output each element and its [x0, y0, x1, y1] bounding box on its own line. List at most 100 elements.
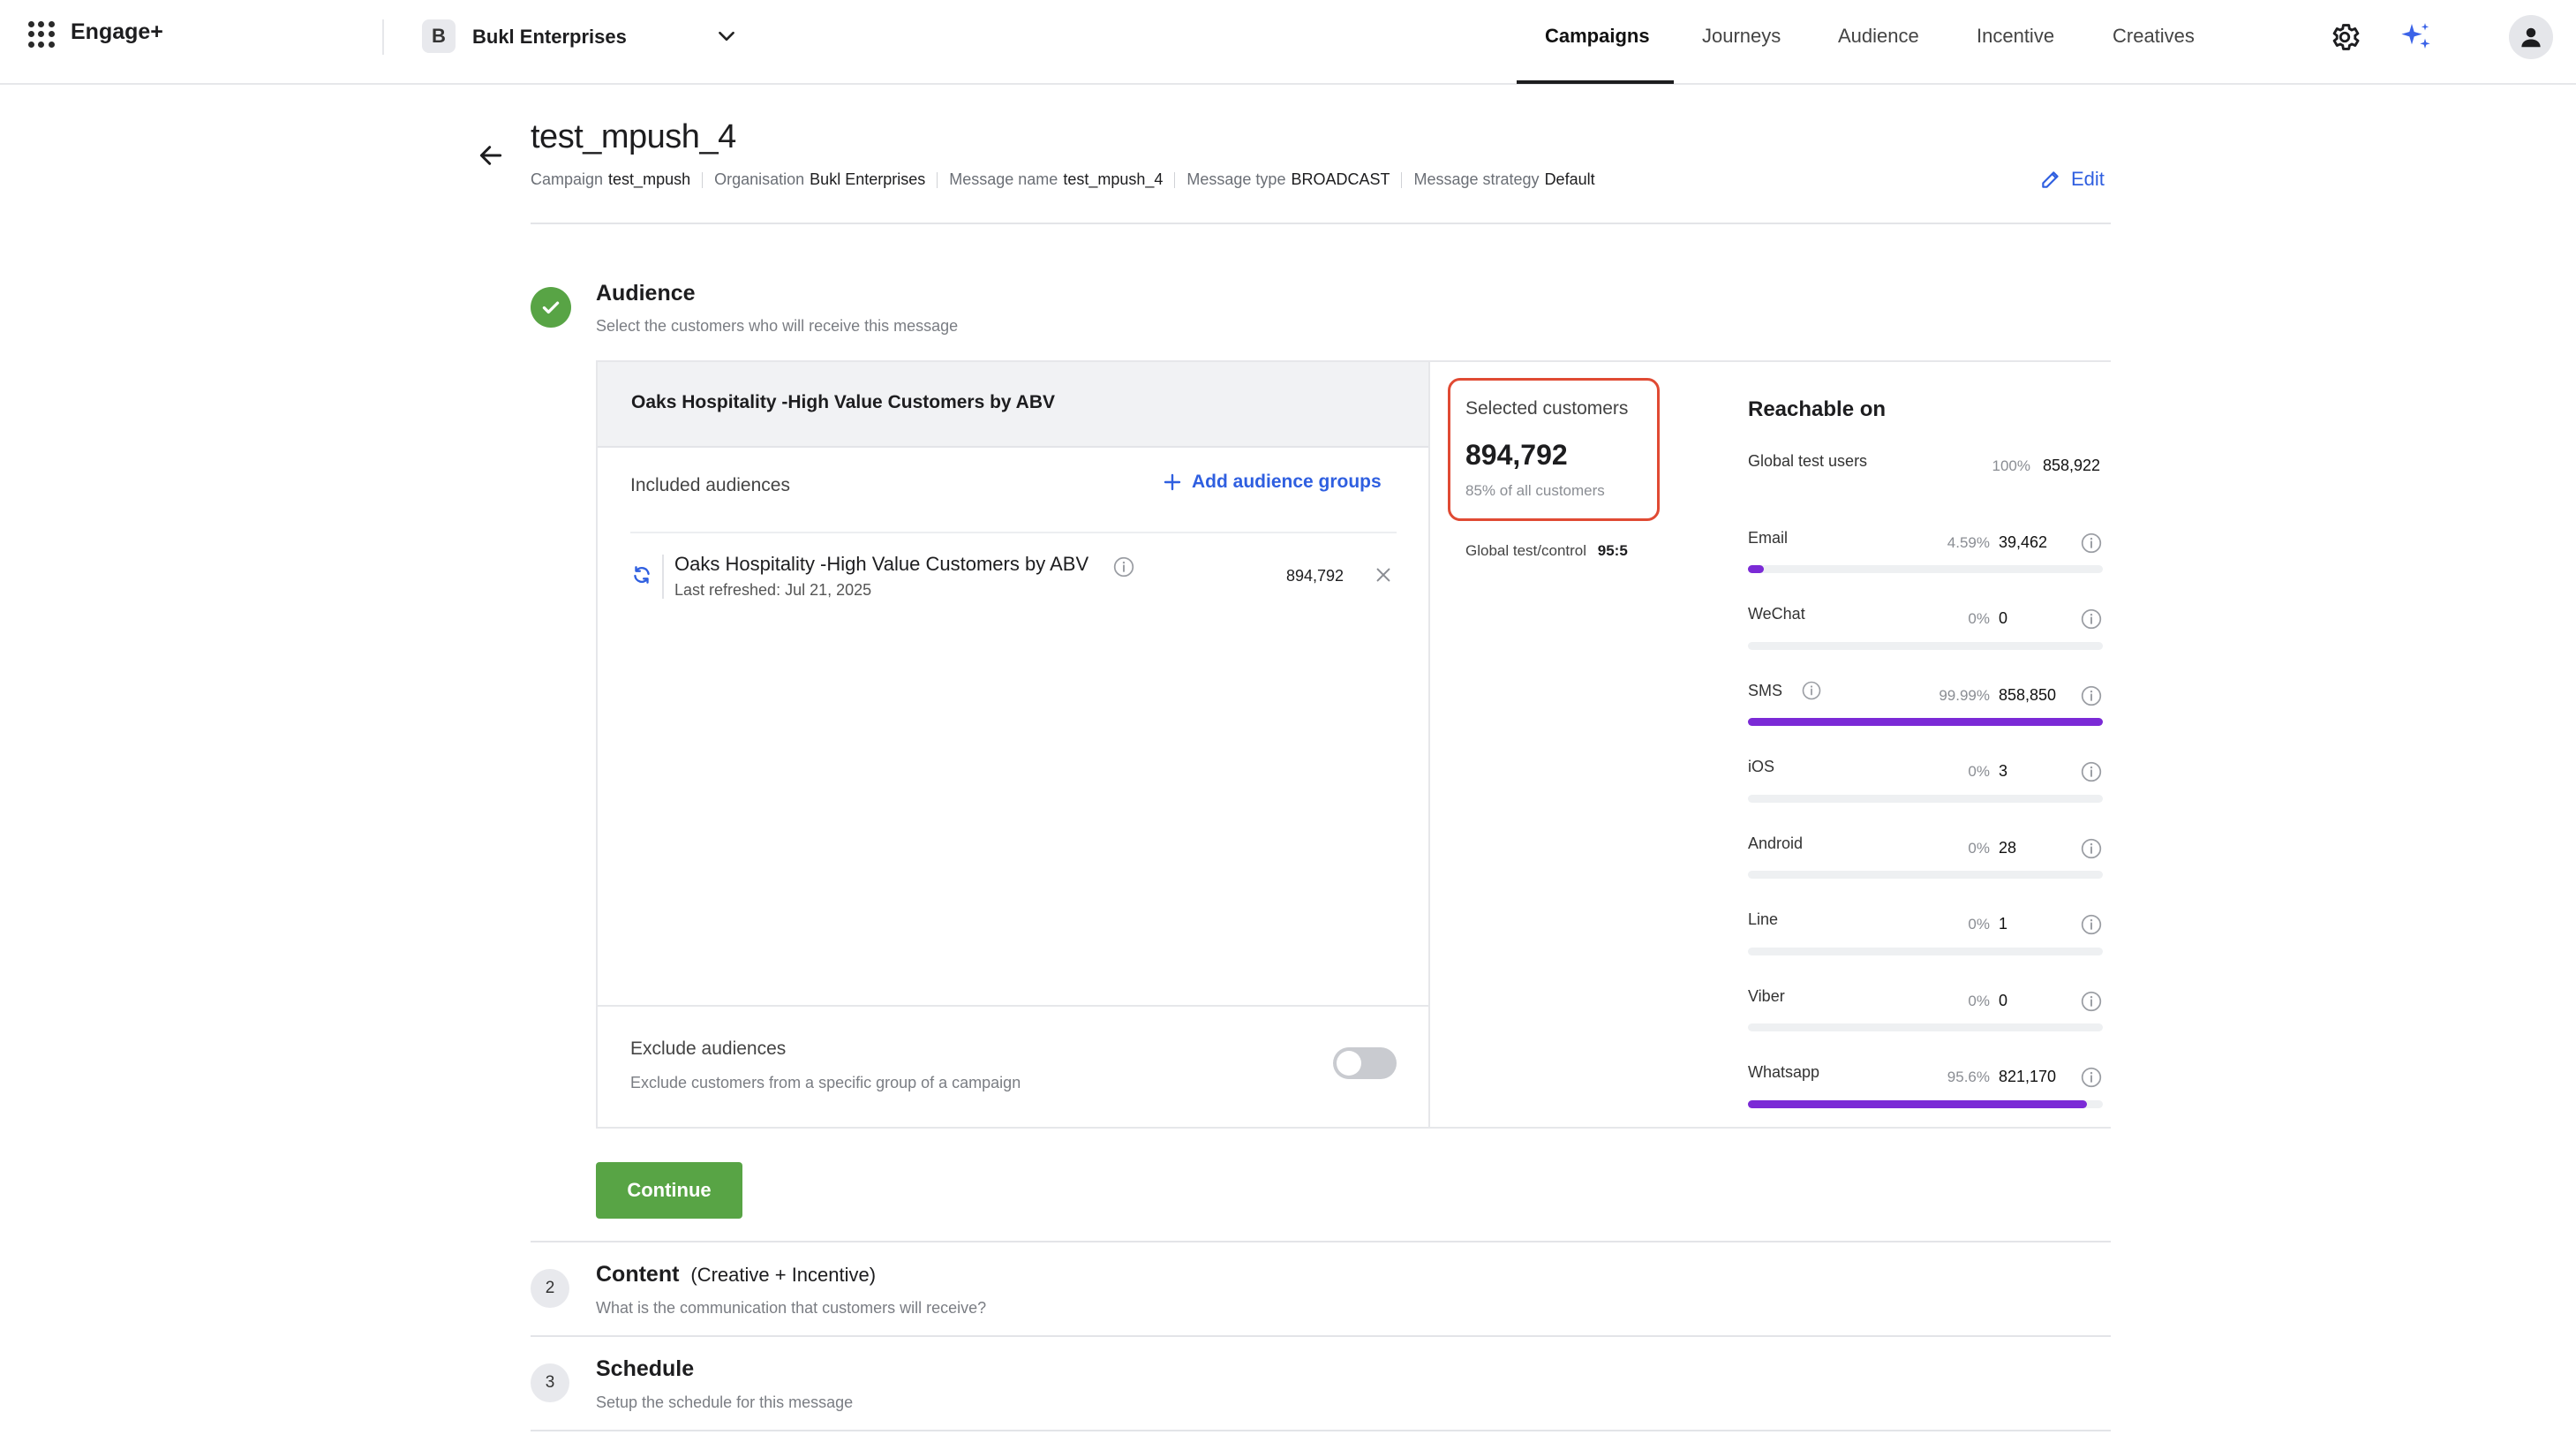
- audience-row-name: Oaks Hospitality -High Value Customers b…: [674, 553, 1089, 575]
- gear-icon[interactable]: [2328, 20, 2361, 54]
- channel-count: 821,170: [1999, 1068, 2057, 1085]
- toggle-knob: [1337, 1051, 1361, 1076]
- included-audiences-label: Included audiences: [630, 475, 790, 495]
- app-launcher-icon[interactable]: [28, 21, 55, 48]
- chevron-down-icon[interactable]: [715, 25, 738, 48]
- divider: [598, 1005, 1428, 1007]
- divider: [630, 532, 1397, 533]
- channel-name: SMS: [1748, 681, 1783, 699]
- channel-percent: 4.59%: [1947, 533, 1990, 551]
- refresh-icon[interactable]: [630, 563, 653, 586]
- exclude-audiences-toggle[interactable]: [1333, 1047, 1397, 1079]
- channel-count: 39,462: [1999, 532, 2048, 551]
- exclude-audiences-subtitle: Exclude customers from a specific group …: [630, 1074, 1021, 1091]
- info-icon[interactable]: [2080, 990, 2103, 1013]
- channel-reach-bar-fill: [1748, 565, 1765, 573]
- meta-value: Default: [1544, 170, 1595, 188]
- divider: [531, 1335, 2111, 1337]
- channel-reach-bar: [1748, 871, 2103, 879]
- info-icon[interactable]: [2080, 837, 2103, 860]
- info-icon[interactable]: [2080, 684, 2103, 707]
- user-avatar-icon[interactable]: [2509, 15, 2553, 59]
- channel-row: SMS 99.99% 858,850: [1748, 680, 2105, 717]
- channel-reach-bar: [1748, 641, 2103, 650]
- channel-count: 28: [1999, 838, 2017, 857]
- selected-customers-percent: 85% of all customers: [1465, 482, 1605, 499]
- continue-button[interactable]: Continue: [596, 1162, 742, 1219]
- tab-creatives[interactable]: Creatives: [2113, 25, 2195, 48]
- channel-name: WeChat: [1748, 605, 1805, 623]
- channel-count: 1: [1999, 915, 2008, 933]
- audience-group-name: Oaks Hospitality -High Value Customers b…: [631, 392, 1056, 412]
- content-step-title-text: Content: [596, 1262, 680, 1287]
- info-icon[interactable]: [2080, 913, 2103, 936]
- channel-percent: 0%: [1968, 610, 1990, 627]
- info-icon[interactable]: [2080, 608, 2103, 631]
- channel-row: WeChat 0% 0: [1748, 605, 2105, 640]
- channel-name: iOS: [1748, 758, 1775, 775]
- divider: [531, 1430, 2111, 1431]
- channel-reach-bar: [1748, 947, 2103, 955]
- channel-reach-bar: [1748, 565, 2103, 573]
- channel-percent: 99.99%: [1939, 686, 1990, 704]
- audience-step-subtitle: Select the customers who will receive th…: [596, 317, 959, 335]
- content-step-title-suffix: (Creative + Incentive): [690, 1264, 877, 1286]
- channel-row: Android 0% 28: [1748, 835, 2105, 870]
- divider: [1401, 171, 1403, 188]
- schedule-step-subtitle: Setup the schedule for this message: [596, 1393, 854, 1411]
- channel-count: 3: [1999, 762, 2008, 780]
- tab-audience[interactable]: Audience: [1838, 25, 1919, 48]
- meta-value: Bukl Enterprises: [810, 170, 926, 188]
- global-test-control: Global test/control 95:5: [1465, 542, 1628, 560]
- info-icon[interactable]: [1801, 680, 1822, 701]
- info-icon[interactable]: [2080, 532, 2103, 555]
- content-step-subtitle: What is the communication that customers…: [596, 1299, 987, 1317]
- schedule-step-title[interactable]: Schedule: [596, 1356, 694, 1382]
- info-icon[interactable]: [1112, 555, 1135, 578]
- channel-name: Global test users: [1748, 452, 1868, 470]
- channel-count: 858,922: [2043, 457, 2101, 474]
- tab-campaigns[interactable]: Campaigns: [1545, 25, 1650, 48]
- channel-name: Line: [1748, 910, 1779, 928]
- channel-row: iOS 0% 3: [1748, 758, 2105, 793]
- divider: [1174, 171, 1176, 188]
- tab-incentive[interactable]: Incentive: [1977, 25, 2054, 48]
- info-icon[interactable]: [2080, 760, 2103, 783]
- divider: [937, 171, 938, 188]
- channel-row: Email 4.59% 39,462: [1748, 529, 2105, 564]
- channel-count: 0: [1999, 991, 2008, 1009]
- reachable-on-title: Reachable on: [1748, 397, 1887, 421]
- edit-button[interactable]: Edit: [2039, 168, 2105, 191]
- message-meta: Campaign test_mpush Organisation Bukl En…: [531, 170, 1595, 189]
- content-step-title[interactable]: Content (Creative + Incentive): [596, 1262, 876, 1288]
- org-switcher-label[interactable]: Bukl Enterprises: [472, 26, 627, 49]
- channel-row: Global test users 100% 858,922: [1748, 452, 2105, 487]
- meta-value: test_mpush: [608, 170, 691, 188]
- selected-customers-label: Selected customers: [1465, 398, 1629, 419]
- add-audience-groups-label: Add audience groups: [1192, 472, 1382, 492]
- meta-label: Organisation: [714, 170, 805, 188]
- channel-reach-bar-fill: [1748, 718, 2103, 726]
- channel-name: Viber: [1748, 986, 1785, 1005]
- org-avatar[interactable]: B: [422, 19, 456, 53]
- tab-journeys[interactable]: Journeys: [1702, 25, 1781, 48]
- channel-percent: 0%: [1968, 992, 1990, 1009]
- channel-row: Line 0% 1: [1748, 910, 2105, 946]
- meta-label: Message strategy: [1413, 170, 1540, 188]
- channel-reach-bar: [1748, 794, 2103, 803]
- channel-row: Whatsapp 95.6% 821,170: [1748, 1063, 2105, 1099]
- channel-reach-bar: [1748, 1023, 2103, 1031]
- step-complete-check-icon: [531, 287, 571, 328]
- audience-row-refreshed: Last refreshed: Jul 21, 2025: [674, 581, 872, 599]
- add-audience-groups-button[interactable]: Add audience groups: [1162, 472, 1382, 493]
- global-test-control-value: 95:5: [1597, 542, 1628, 559]
- info-icon[interactable]: [2080, 1066, 2103, 1089]
- channel-name: Whatsapp: [1748, 1063, 1820, 1081]
- channel-reach-bar-fill: [1748, 1099, 2088, 1108]
- back-arrow-icon[interactable]: [477, 141, 505, 170]
- ai-sparkle-icon[interactable]: [2399, 19, 2434, 55]
- close-icon[interactable]: [1374, 565, 1393, 585]
- step-number-badge: 2: [531, 1269, 569, 1308]
- audience-step-title[interactable]: Audience: [596, 281, 696, 306]
- channel-count: 858,850: [1999, 685, 2057, 704]
